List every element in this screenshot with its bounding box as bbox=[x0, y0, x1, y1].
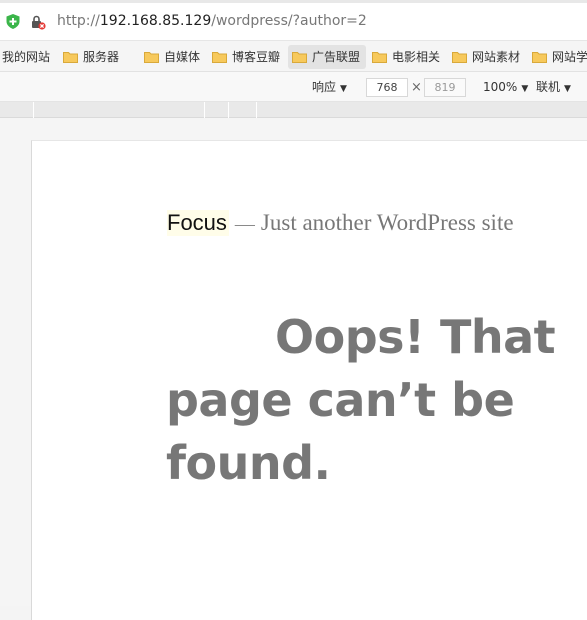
bookmark-folder-6[interactable]: 网站素材 bbox=[452, 45, 526, 69]
network-label: 联机 bbox=[536, 80, 561, 94]
site-title-link[interactable]: Focus bbox=[167, 210, 229, 236]
zoom-select[interactable]: 100% ▼ bbox=[483, 72, 528, 102]
shield-icon[interactable] bbox=[6, 14, 20, 29]
zoom-label: 100% bbox=[483, 80, 518, 94]
site-branding: Focus — Just another WordPress site bbox=[167, 210, 514, 240]
device-mode-select[interactable]: 响应 ▼ bbox=[312, 72, 347, 102]
bookmark-folder-2[interactable]: 自媒体 bbox=[144, 45, 206, 69]
media-query-ruler[interactable] bbox=[0, 102, 587, 118]
bookmark-folder-5[interactable]: 电影相关 bbox=[372, 45, 446, 69]
url-prefix: http:// bbox=[57, 13, 100, 29]
folder-icon bbox=[372, 51, 387, 63]
bookmark-folder-4[interactable]: 广告联盟 bbox=[288, 45, 366, 69]
caret-down-icon: ▼ bbox=[340, 84, 347, 94]
viewport-width-input[interactable]: 768 bbox=[366, 78, 408, 97]
bookmark-label: 广告联盟 bbox=[312, 50, 361, 64]
bookmark-label: 网站学 bbox=[552, 50, 587, 64]
caret-down-icon: ▼ bbox=[564, 84, 571, 94]
folder-icon bbox=[292, 51, 307, 63]
bookmarks-bar: 我的网站 服务器 自媒体 博客豆瓣 广告联盟 电影相关 网站素材 网站学 bbox=[0, 41, 587, 72]
address-bar: http://192.168.85.129/wordpress/?author=… bbox=[0, 0, 587, 41]
folder-icon bbox=[452, 51, 467, 63]
folder-icon bbox=[532, 51, 547, 63]
bookmark-folder-7[interactable]: 网站学 bbox=[532, 45, 587, 69]
device-toolbar: 响应 ▼ 768 × 819 100% ▼ 联机 ▼ bbox=[0, 72, 587, 102]
bookmark-label: 网站素材 bbox=[472, 50, 521, 64]
ruler-tick bbox=[256, 102, 257, 118]
url-path: /wordpress/?author=2 bbox=[211, 13, 367, 29]
site-description: Just another WordPress site bbox=[260, 210, 514, 235]
ruler-tick bbox=[33, 102, 34, 118]
caret-down-icon: ▼ bbox=[521, 84, 529, 94]
url-field[interactable]: http://192.168.85.129/wordpress/?author=… bbox=[57, 12, 367, 30]
insecure-lock-icon[interactable] bbox=[30, 14, 46, 30]
folder-icon bbox=[212, 51, 227, 63]
folder-icon bbox=[63, 51, 78, 63]
ruler-tick bbox=[204, 102, 205, 118]
bookmark-label: 我的网站 bbox=[2, 50, 51, 64]
url-host: 192.168.85.129 bbox=[99, 13, 212, 29]
times-icon: × bbox=[411, 80, 422, 95]
network-throttle-select[interactable]: 联机 ▼ bbox=[536, 72, 571, 102]
page-title: Oops! That page can’t be found. bbox=[166, 310, 556, 490]
title-separator: — bbox=[234, 213, 255, 235]
bookmark-label: 博客豆瓣 bbox=[232, 50, 281, 64]
bookmark-label: 服务器 bbox=[83, 50, 120, 64]
ruler-tick bbox=[228, 102, 229, 118]
bookmark-item-0[interactable]: 我的网站 bbox=[2, 45, 54, 69]
bookmark-folder-1[interactable]: 服务器 bbox=[63, 45, 133, 69]
folder-icon bbox=[144, 51, 159, 63]
bookmark-label: 电影相关 bbox=[392, 50, 441, 64]
bookmark-label: 自媒体 bbox=[164, 50, 201, 64]
viewport-height-input[interactable]: 819 bbox=[424, 78, 466, 97]
device-mode-label: 响应 bbox=[312, 80, 337, 94]
tab-strip-edge bbox=[0, 0, 587, 3]
bookmark-folder-3[interactable]: 博客豆瓣 bbox=[212, 45, 284, 69]
